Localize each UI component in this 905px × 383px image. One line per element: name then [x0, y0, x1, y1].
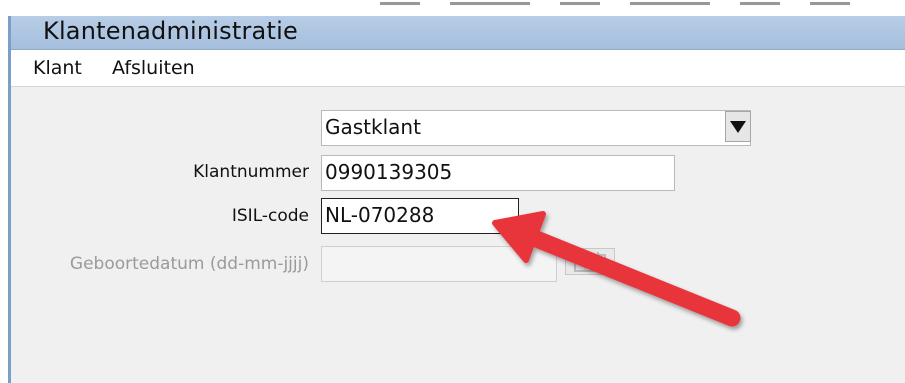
- isil-code-value: NL-070288: [325, 203, 435, 227]
- calendar-icon: [574, 252, 606, 272]
- customer-type-select[interactable]: Gastklant: [321, 110, 751, 146]
- form-panel: Gastklant Klantnummer 0990139305 ISIL-co…: [11, 87, 905, 383]
- background-window-edge: [380, 2, 850, 5]
- customer-admin-window: Klantenadministratie Klant Afsluiten Gas…: [8, 16, 905, 383]
- customer-type-value: Gastklant: [325, 115, 421, 139]
- isil-code-input[interactable]: NL-070288: [321, 198, 519, 234]
- customer-number-input[interactable]: 0990139305: [321, 155, 675, 191]
- calendar-button[interactable]: [565, 248, 615, 275]
- dropdown-button[interactable]: [725, 111, 751, 142]
- menu-item-afsluiten[interactable]: Afsluiten: [112, 57, 195, 79]
- birth-date-label: Geboortedatum (dd-mm-jjjj): [69, 254, 309, 274]
- menu-bar: Klant Afsluiten: [11, 50, 905, 87]
- customer-number-label: Klantnummer: [193, 162, 309, 182]
- customer-number-value: 0990139305: [325, 160, 453, 184]
- isil-code-label: ISIL-code: [231, 206, 309, 226]
- title-bar[interactable]: Klantenadministratie: [11, 16, 905, 50]
- birth-date-input[interactable]: [321, 246, 557, 282]
- triangle-down-icon: [730, 120, 746, 133]
- window-title: Klantenadministratie: [43, 17, 298, 45]
- background-strip: [0, 0, 905, 16]
- menu-item-klant[interactable]: Klant: [33, 57, 82, 79]
